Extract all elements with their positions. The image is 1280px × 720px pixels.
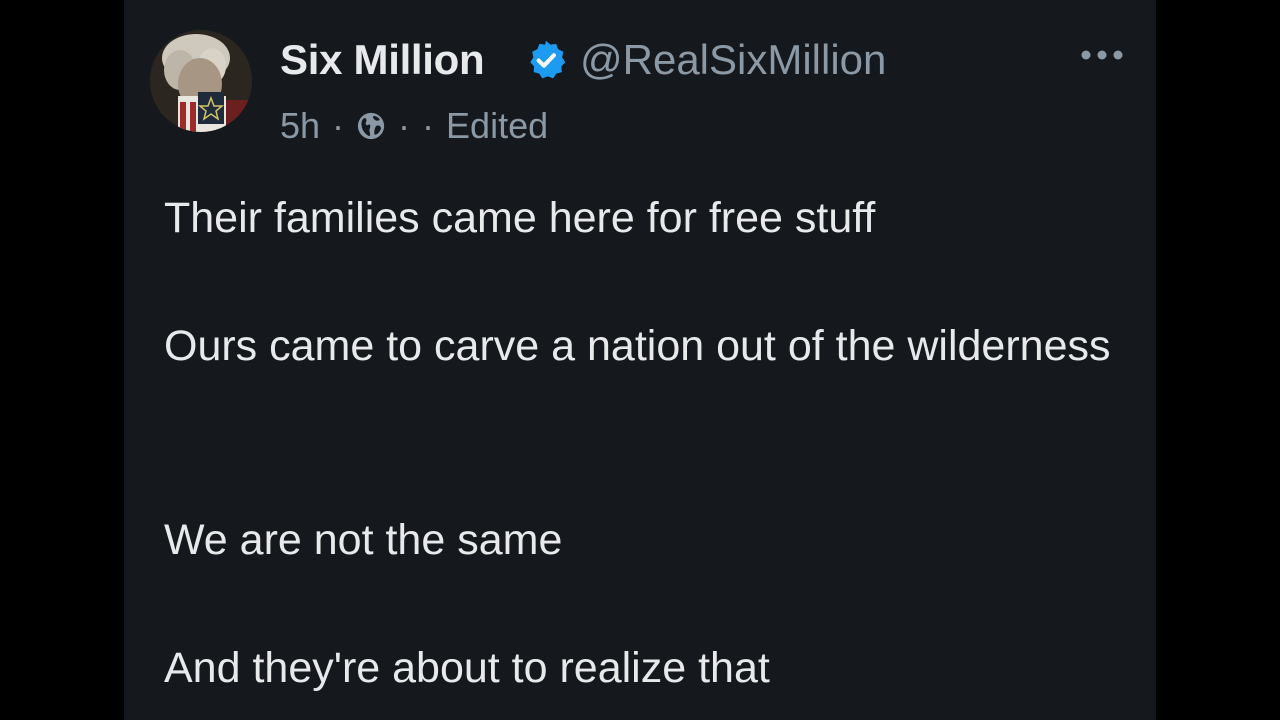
globe-icon bbox=[356, 111, 386, 141]
meta-separator: · bbox=[332, 105, 345, 146]
post-card: Six Million @RealSixMillion 5h · · · Edi… bbox=[124, 0, 1156, 720]
author-avatar[interactable] bbox=[150, 30, 252, 132]
post-text-line: Ours came to carve a nation out of the w… bbox=[164, 322, 1111, 370]
more-options-icon bbox=[1081, 50, 1123, 60]
post-text-line: Their families came here for free stuff bbox=[164, 194, 876, 242]
post-timestamp[interactable]: 5h bbox=[280, 105, 320, 147]
meta-separator: · bbox=[422, 105, 435, 146]
post-text-line: We are not the same bbox=[164, 516, 563, 564]
author-handle[interactable]: @RealSixMillion bbox=[580, 34, 886, 86]
more-options-button[interactable] bbox=[1074, 36, 1130, 74]
post-edited-label[interactable]: Edited bbox=[446, 105, 548, 147]
verified-badge-icon bbox=[524, 38, 568, 82]
author-display-name[interactable]: Six Million bbox=[280, 34, 485, 86]
post-meta: 5h · · · Edited bbox=[280, 102, 548, 150]
meta-separator: · bbox=[398, 105, 411, 146]
post-text-line: And they're about to realize that bbox=[164, 644, 770, 692]
avatar-image bbox=[150, 30, 252, 132]
